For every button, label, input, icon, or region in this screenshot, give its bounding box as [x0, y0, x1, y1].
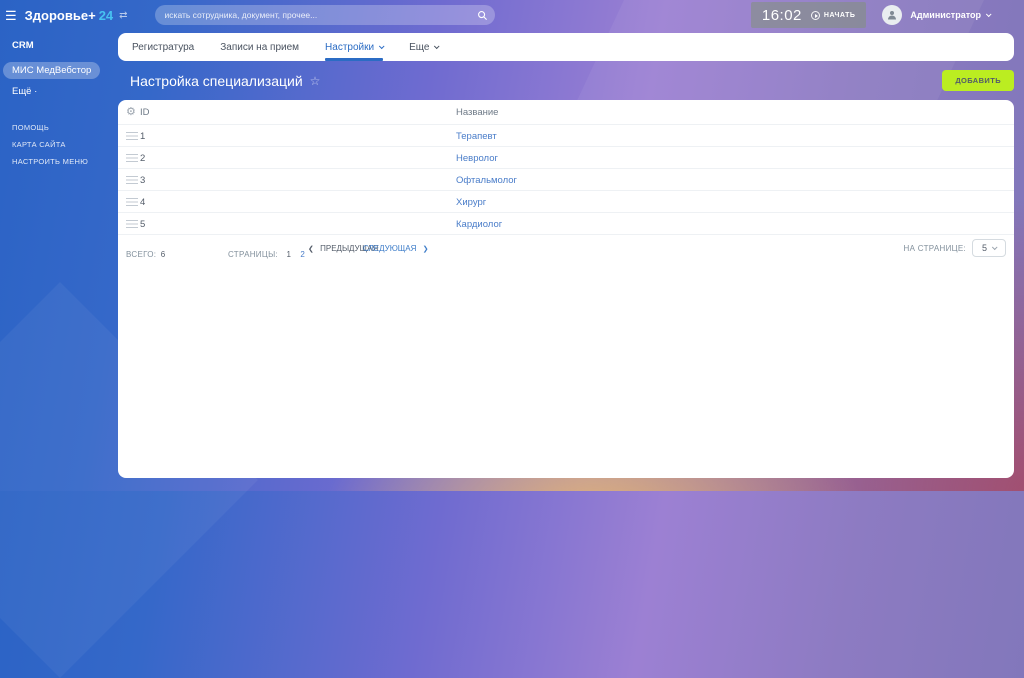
- logo-title: Здоровье+: [24, 7, 96, 23]
- sidebar-item-more[interactable]: Ещё ·: [12, 86, 118, 97]
- search-input[interactable]: [164, 10, 477, 20]
- cell-name-link[interactable]: Кардиолог: [456, 219, 502, 230]
- search-icon: [477, 10, 487, 20]
- page-number-current[interactable]: 1: [286, 250, 290, 259]
- current-time: 16:02: [761, 6, 802, 24]
- next-page-link[interactable]: СЛЕДУЮЩАЯ ❯: [363, 244, 429, 253]
- chevron-down-icon: [378, 43, 385, 50]
- drag-handle-icon[interactable]: [126, 154, 138, 162]
- sidebar-link-configure-menu[interactable]: НАСТРОИТЬ МЕНЮ: [12, 157, 118, 166]
- switch-site-icon[interactable]: ⇄: [119, 10, 127, 21]
- tab-more[interactable]: Еще: [409, 33, 440, 61]
- chevron-left-icon: ❮: [308, 246, 314, 253]
- per-page-select[interactable]: 5: [972, 239, 1006, 257]
- content-panel: ⚙ ID Название 1 Терапевт 2 Невролог 3 Оф…: [118, 100, 1014, 478]
- sidebar-link-help[interactable]: ПОМОЩЬ: [12, 123, 118, 132]
- page-number-link[interactable]: 2: [300, 250, 304, 259]
- table-row: 2 Невролог: [118, 147, 1014, 169]
- drag-handle-icon[interactable]: [126, 132, 138, 140]
- sidebar-item-crm[interactable]: CRM: [12, 40, 118, 51]
- chevron-down-icon: [434, 43, 440, 50]
- drag-handle-icon[interactable]: [126, 220, 138, 228]
- user-avatar[interactable]: [882, 5, 903, 25]
- tab-nastroyki[interactable]: Настройки: [325, 33, 385, 61]
- sidebar-link-sitemap[interactable]: КАРТА САЙТА: [12, 140, 118, 149]
- user-menu[interactable]: Администратор: [910, 10, 992, 20]
- cell-id: 1: [140, 131, 146, 142]
- column-header-name[interactable]: Название: [456, 107, 498, 118]
- drag-handle-icon[interactable]: [126, 176, 138, 184]
- cell-name-link[interactable]: Терапевт: [456, 131, 497, 142]
- table-row: 3 Офтальмолог: [118, 169, 1014, 191]
- drag-handle-icon[interactable]: [126, 198, 138, 206]
- table-row: 5 Кардиолог: [118, 213, 1014, 235]
- table-row: 1 Терапевт: [118, 125, 1014, 147]
- per-page-block: НА СТРАНИЦЕ: 5: [904, 239, 1006, 257]
- total-count: ВСЕГО: 6: [126, 250, 166, 259]
- page-header: Настройка специализаций ☆ ДОБАВИТЬ: [118, 61, 1014, 100]
- logo-suffix: 24: [98, 7, 114, 23]
- grid-settings-gear-icon[interactable]: ⚙: [126, 105, 136, 119]
- cell-id: 4: [140, 197, 146, 208]
- section-tabs-bar: Регистратура Записи на прием Настройки Е…: [118, 33, 1014, 61]
- hamburger-menu-icon[interactable]: ☰: [5, 9, 17, 22]
- global-search[interactable]: [154, 5, 495, 25]
- cell-name-link[interactable]: Невролог: [456, 153, 498, 164]
- cell-id: 2: [140, 153, 146, 164]
- page-title: Настройка специализаций: [130, 72, 303, 89]
- chevron-down-icon: [991, 244, 998, 251]
- tab-registratura[interactable]: Регистратура: [132, 33, 194, 61]
- top-bar: ☰ Здоровье+24 ⇄ 16:02 НАЧАТЬ Администрат…: [0, 0, 1024, 30]
- add-button[interactable]: ДОБАВИТЬ: [942, 70, 1014, 91]
- cell-name-link[interactable]: Хирург: [456, 197, 486, 208]
- grid-footer: ВСЕГО: 6 СТРАНИЦЫ: 1 2 ❮ ПРЕДЫДУЩАЯ СЛЕД…: [118, 235, 1014, 261]
- column-header-id[interactable]: ID: [140, 107, 150, 118]
- sidebar: CRM МИС МедВебстор Ещё · ПОМОЩЬ КАРТА СА…: [0, 30, 118, 491]
- cell-id: 3: [140, 175, 146, 186]
- tab-zapisi-na-priem[interactable]: Записи на прием: [220, 33, 299, 61]
- favorite-star-icon[interactable]: ☆: [310, 74, 321, 88]
- sidebar-item-mis-medvebstor[interactable]: МИС МедВебстор: [3, 62, 101, 79]
- app-logo[interactable]: Здоровье+ 24: [25, 8, 114, 23]
- grid-header-row: ⚙ ID Название: [118, 100, 1014, 125]
- table-row: 4 Хирург: [118, 191, 1014, 213]
- pages-block: СТРАНИЦЫ: 1 2: [228, 250, 305, 259]
- chevron-right-icon: ❯: [422, 246, 429, 253]
- cell-id: 5: [140, 219, 146, 230]
- cell-name-link[interactable]: Офтальмолог: [456, 175, 517, 186]
- play-icon: [810, 10, 820, 20]
- start-workday-button[interactable]: НАЧАТЬ: [810, 10, 856, 20]
- person-icon: [888, 11, 897, 20]
- time-tracker-widget[interactable]: 16:02 НАЧАТЬ: [750, 2, 867, 28]
- chevron-down-icon: [985, 11, 992, 18]
